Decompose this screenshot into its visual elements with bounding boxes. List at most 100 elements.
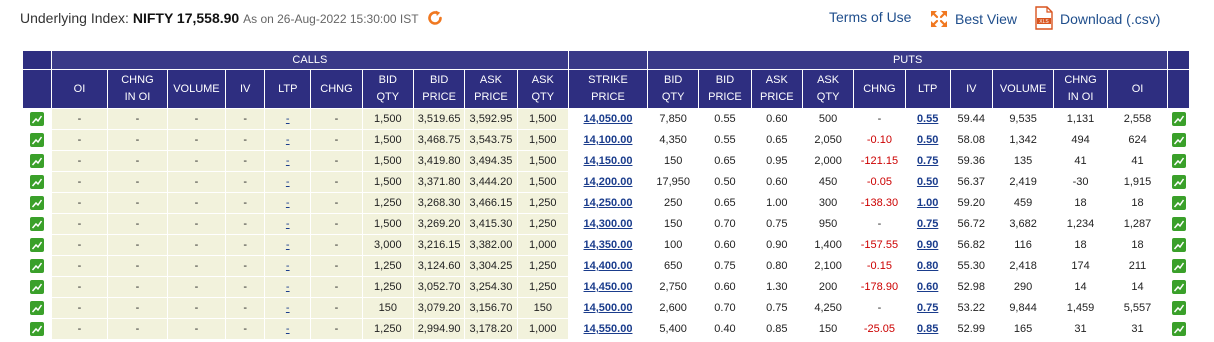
chart-icon[interactable] [1171, 112, 1186, 126]
chart-icon[interactable] [29, 238, 44, 252]
put-chart-cell[interactable] [1167, 150, 1190, 172]
chart-icon[interactable] [29, 301, 44, 315]
put-chart-cell[interactable] [1167, 255, 1190, 277]
call-ltp-link[interactable]: - [286, 323, 290, 335]
strike-price-link[interactable]: 14,450.00 [584, 281, 633, 293]
chart-icon[interactable] [1171, 175, 1186, 189]
call-ltp-link[interactable]: - [286, 197, 290, 209]
put-chart-cell[interactable] [1167, 171, 1190, 193]
best-view-link[interactable]: Best View [955, 11, 1017, 27]
p-volume-cell: 9,535 [991, 108, 1055, 130]
put-ltp-link[interactable]: 0.55 [917, 113, 938, 125]
chart-icon[interactable] [1171, 322, 1186, 336]
put-ltp-link[interactable]: 0.60 [917, 281, 938, 293]
terms-of-use-link[interactable]: Terms of Use [829, 9, 911, 25]
call-chart-cell[interactable] [22, 192, 52, 214]
put-ltp-link[interactable]: 0.75 [917, 302, 938, 314]
col-header-text: ASK [479, 74, 502, 86]
call-ltp-link[interactable]: - [286, 176, 290, 188]
chart-icon[interactable] [29, 280, 44, 294]
put-ltp-link[interactable]: 0.75 [917, 218, 938, 230]
put-chart-cell[interactable] [1167, 213, 1190, 235]
put-chart-cell[interactable] [1167, 108, 1190, 130]
chart-icon[interactable] [1171, 154, 1186, 168]
xls-file-icon[interactable]: XLS [1034, 6, 1054, 33]
chart-icon[interactable] [1171, 217, 1186, 231]
c-chng-oi-cell: - [107, 234, 168, 256]
strike-price-link[interactable]: 14,350.00 [584, 239, 633, 251]
call-chart-cell[interactable] [22, 150, 52, 172]
chart-icon[interactable] [1171, 196, 1186, 210]
chart-icon[interactable] [29, 154, 44, 168]
chart-icon[interactable] [1171, 259, 1186, 273]
call-ltp-link[interactable]: - [286, 260, 290, 272]
put-ltp-link[interactable]: 0.75 [917, 155, 938, 167]
call-ltp-link[interactable]: - [286, 302, 290, 314]
strike-price-link[interactable]: 14,150.00 [584, 155, 633, 167]
call-chart-cell[interactable] [22, 129, 52, 151]
chart-icon[interactable] [29, 217, 44, 231]
col-header-text: IV [239, 82, 251, 95]
call-chart-cell[interactable] [22, 234, 52, 256]
call-ltp-link[interactable]: - [286, 218, 290, 230]
put-ltp-link[interactable]: 0.85 [917, 323, 938, 335]
call-chart-cell[interactable] [22, 318, 52, 340]
p-bid-qty-cell: 650 [646, 255, 700, 277]
call-chart-cell[interactable] [22, 213, 52, 235]
p-iv-cell: 56.72 [949, 213, 993, 235]
chart-icon[interactable] [29, 175, 44, 189]
strike-price-cell: 14,150.00 [567, 150, 649, 172]
col-header-p-oi: OI [1106, 69, 1169, 109]
put-chart-cell[interactable] [1167, 318, 1190, 340]
strike-price-link[interactable]: 14,500.00 [584, 302, 633, 314]
download-csv-link[interactable]: Download (.csv) [1060, 11, 1160, 27]
table-row: - - - - - -1,500 3,371.80 3,444.20 1,500 14,200.0… [22, 171, 1190, 193]
chart-icon[interactable] [1171, 301, 1186, 315]
p-volume-cell: 459 [991, 192, 1055, 214]
c-chng-oi-cell: - [107, 171, 168, 193]
call-chart-cell[interactable] [22, 276, 52, 298]
put-chart-cell[interactable] [1167, 234, 1190, 256]
strike-price-link[interactable]: 14,050.00 [584, 113, 633, 125]
put-chart-cell[interactable] [1167, 192, 1190, 214]
put-ltp-link[interactable]: 0.50 [917, 176, 938, 188]
call-chart-cell[interactable] [22, 108, 52, 130]
put-ltp-link[interactable]: 1.00 [917, 197, 938, 209]
chart-icon[interactable] [29, 196, 44, 210]
put-chart-cell[interactable] [1167, 297, 1190, 319]
chart-icon[interactable] [29, 133, 44, 147]
call-chart-cell[interactable] [22, 255, 52, 277]
c-chng-cell: - [310, 297, 363, 319]
strike-price-link[interactable]: 14,100.00 [584, 134, 633, 146]
chart-icon[interactable] [1171, 133, 1186, 147]
c-bid-qty-cell: 1,250 [361, 318, 414, 340]
call-chart-cell[interactable] [22, 297, 52, 319]
call-ltp-link[interactable]: - [286, 281, 290, 293]
strike-price-link[interactable]: 14,300.00 [584, 218, 633, 230]
strike-price-link[interactable]: 14,550.00 [584, 323, 633, 335]
c-ask-qty-cell: 150 [516, 297, 569, 319]
put-chart-cell[interactable] [1167, 129, 1190, 151]
call-ltp-link[interactable]: - [286, 134, 290, 146]
p-chng-cell: -157.55 [853, 234, 906, 256]
put-chart-cell[interactable] [1167, 276, 1190, 298]
strike-price-link[interactable]: 14,400.00 [584, 260, 633, 272]
call-chart-cell[interactable] [22, 171, 52, 193]
p-volume-cell: 2,419 [991, 171, 1055, 193]
put-ltp-link[interactable]: 0.90 [917, 239, 938, 251]
expand-arrows-icon[interactable] [929, 9, 949, 32]
put-ltp-link[interactable]: 0.80 [917, 260, 938, 272]
chart-icon[interactable] [1171, 280, 1186, 294]
p-oi-cell: 624 [1106, 129, 1169, 151]
put-ltp-link[interactable]: 0.50 [917, 134, 938, 146]
strike-price-link[interactable]: 14,250.00 [584, 197, 633, 209]
c-bid-qty-cell: 1,250 [361, 255, 414, 277]
chart-icon[interactable] [29, 322, 44, 336]
chart-icon[interactable] [29, 112, 44, 126]
call-ltp-link[interactable]: - [286, 239, 290, 251]
call-ltp-link[interactable]: - [286, 113, 290, 125]
call-ltp-link[interactable]: - [286, 155, 290, 167]
chart-icon[interactable] [1171, 238, 1186, 252]
strike-price-link[interactable]: 14,200.00 [584, 176, 633, 188]
chart-icon[interactable] [29, 259, 44, 273]
